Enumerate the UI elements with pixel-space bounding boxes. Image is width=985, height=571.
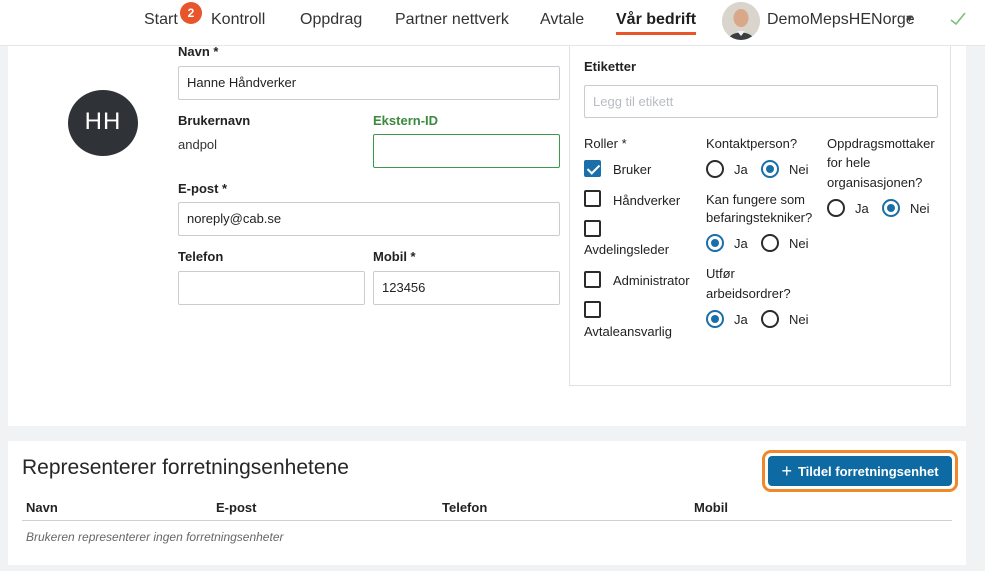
tags-input[interactable]: Legg til etikett [584,85,938,118]
username-value: andpol [178,137,218,152]
user-initials-avatar: HH [68,90,138,156]
nav-oppdrag[interactable]: Oppdrag [300,11,362,29]
role-administrator-checkbox[interactable] [584,271,601,288]
role-avdelingsleder-checkbox[interactable] [584,220,601,237]
email-input[interactable]: noreply@cab.se [178,202,560,236]
org-receiver-yes-label[interactable]: Ja [855,201,869,216]
role-avtaleansvarlig-label[interactable]: Avtaleansvarlig [584,324,672,339]
contact-person-yes-label[interactable]: Ja [734,162,748,177]
nav-kontroll[interactable]: Kontroll [211,11,265,29]
column-header-phone: Telefon [442,500,488,515]
notification-badge: 2 [180,2,202,24]
work-orders-yes-label[interactable]: Ja [734,312,748,327]
role-handverker-checkbox[interactable] [584,190,601,207]
external-id-input[interactable] [373,134,560,168]
assign-button-highlight: + Tildel forretningsenhet [762,450,958,492]
org-receiver-yes-radio[interactable] [827,199,845,217]
column-header-name: Navn [26,500,58,515]
org-receiver-label-1: Oppdragsmottaker [827,136,935,151]
contact-person-label: Kontaktperson? [706,136,798,151]
mobile-label: Mobil * [373,249,416,264]
role-bruker-checkbox[interactable] [584,160,601,177]
inspection-tech-label-1: Kan fungere som [706,192,806,207]
inspection-tech-no-radio[interactable] [761,234,779,252]
work-orders-no-radio[interactable] [761,310,779,328]
email-label: E-post * [178,181,228,196]
role-avtaleansvarlig-checkbox[interactable] [584,301,601,318]
inspection-tech-no-label[interactable]: Nei [789,236,809,251]
role-bruker-label[interactable]: Bruker [613,162,651,177]
table-header-divider [22,520,952,521]
account-avatar[interactable] [722,2,760,40]
checkmark-icon[interactable] [948,9,968,29]
work-orders-yes-radio[interactable] [706,310,724,328]
nav-avtale[interactable]: Avtale [540,11,584,29]
contact-person-yes-radio[interactable] [706,160,724,178]
inspection-tech-yes-radio[interactable] [706,234,724,252]
work-orders-no-label[interactable]: Nei [789,312,809,327]
business-units-title: Representerer forretningsenhetene [22,456,349,479]
phone-label: Telefon [178,249,224,264]
roles-label: Roller * [584,136,627,151]
username-label: Brukernavn [178,113,251,128]
work-orders-label-2: arbeidsordrer? [706,286,791,301]
account-name[interactable]: DemoMepsHENorge [767,11,915,29]
empty-table-message: Brukeren representerer ingen forretnings… [26,530,284,544]
roles-panel: Etiketter Legg til etikett Roller * Bruk… [569,46,951,386]
org-receiver-label-2: for hele [827,155,871,170]
plus-icon: + [781,461,792,481]
assign-business-unit-label: Tildel forretningsenhet [797,464,939,479]
org-receiver-no-label[interactable]: Nei [910,201,930,216]
org-receiver-no-radio[interactable] [882,199,900,217]
name-label: Navn * [178,44,219,59]
column-header-email: E-post [216,500,257,515]
work-orders-label-1: Utfør [706,266,735,281]
business-units-card: Representerer forretningsenhetene + Tilde… [8,441,966,565]
assign-business-unit-button[interactable]: + Tildel forretningsenhet [768,456,952,486]
name-input[interactable]: Hanne Håndverker [178,66,560,100]
column-header-mobile: Mobil [694,500,728,515]
mobile-input[interactable]: 123456 [373,271,560,305]
phone-input[interactable] [178,271,365,305]
inspection-tech-yes-label[interactable]: Ja [734,236,748,251]
role-handverker-label[interactable]: Håndverker [613,193,680,208]
nav-partner-nettverk[interactable]: Partner nettverk [395,11,509,29]
org-receiver-label-3: organisasjonen? [827,175,923,190]
contact-person-no-label[interactable]: Nei [789,162,809,177]
role-administrator-label[interactable]: Administrator [613,273,690,288]
user-photo-icon [722,2,760,40]
inspection-tech-label-2: befaringstekniker? [706,210,813,225]
contact-person-no-radio[interactable] [761,160,779,178]
top-navigation: Start 2 Kontroll Oppdrag Partner nettver… [0,0,985,46]
external-id-label: Ekstern-ID [373,113,439,128]
nav-var-bedrift[interactable]: Vår bedrift [616,11,697,35]
role-avdelingsleder-label[interactable]: Avdelingsleder [584,242,669,257]
nav-start[interactable]: Start [144,11,178,29]
tags-label: Etiketter [584,59,637,74]
chevron-down-icon[interactable]: ▼ [904,13,915,25]
